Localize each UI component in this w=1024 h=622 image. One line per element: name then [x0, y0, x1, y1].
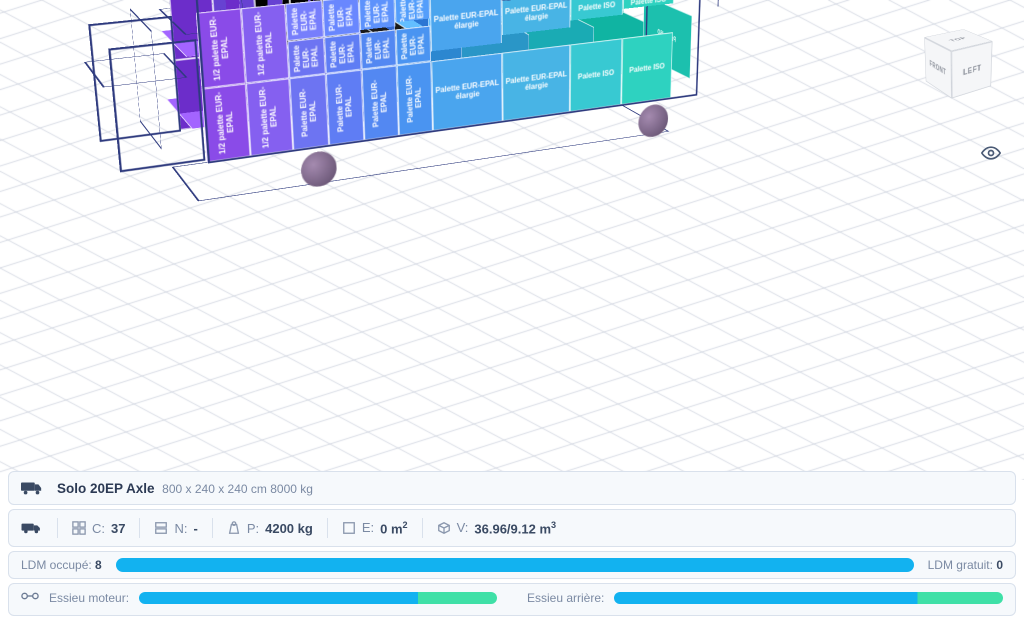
metric-e-value: 0 m2	[380, 520, 407, 536]
metric-v-value: 36.96/9.12 m3	[474, 520, 556, 536]
metric-v: V: 36.96/9.12 m3	[437, 520, 557, 536]
ldm-free-label: LDM gratuit: 0	[928, 558, 1003, 572]
eye-icon	[981, 143, 1001, 163]
volume-icon	[437, 521, 451, 535]
metric-n: N: -	[154, 521, 197, 536]
truck-name: Solo 20EP Axle	[57, 481, 155, 496]
stack-icon	[154, 521, 168, 535]
truck-wheel	[638, 103, 669, 140]
axle-rear: Essieu arrière:	[527, 591, 1003, 605]
weight-icon	[227, 521, 241, 535]
metric-e: E: 0 m2	[342, 520, 408, 536]
axle-icon	[21, 590, 39, 605]
orientation-cube[interactable]: TOP LEFT FRONT	[926, 30, 994, 98]
metrics-row: C: 37 N: - P: 4200 kg E: 0 m2 V: 36.96/9…	[8, 509, 1016, 547]
ldm-row: LDM occupé: 8 LDM gratuit: 0	[8, 551, 1016, 579]
metric-p: P: 4200 kg	[227, 521, 313, 536]
truck-small-icon	[21, 521, 43, 535]
metric-c: C: 37	[72, 521, 125, 536]
axle-front-bar	[139, 592, 497, 604]
ldm-bar	[116, 558, 914, 572]
cube-face-left[interactable]: LEFT	[951, 41, 992, 99]
viewport-3d[interactable]: TOP LEFT FRONT 1/2 palette EUR-EPAL1/2 p…	[0, 0, 1024, 480]
truck-header-row: Solo 20EP Axle 800 x 240 x 240 cm 8000 k…	[8, 471, 1016, 505]
info-panel: Solo 20EP Axle 800 x 240 x 240 cm 8000 k…	[8, 471, 1016, 620]
truck-dimensions: 800 x 240 x 240 cm 8000 kg	[162, 482, 313, 496]
truck-icon	[21, 480, 43, 496]
ldm-used-label: LDM occupé: 8	[21, 558, 102, 572]
axle-front: Essieu moteur:	[21, 590, 497, 605]
axle-rear-bar	[614, 592, 1003, 604]
area-icon	[342, 521, 356, 535]
visibility-toggle[interactable]	[978, 140, 1004, 166]
grid-icon	[72, 521, 86, 535]
axle-row: Essieu moteur: Essieu arrière:	[8, 583, 1016, 616]
